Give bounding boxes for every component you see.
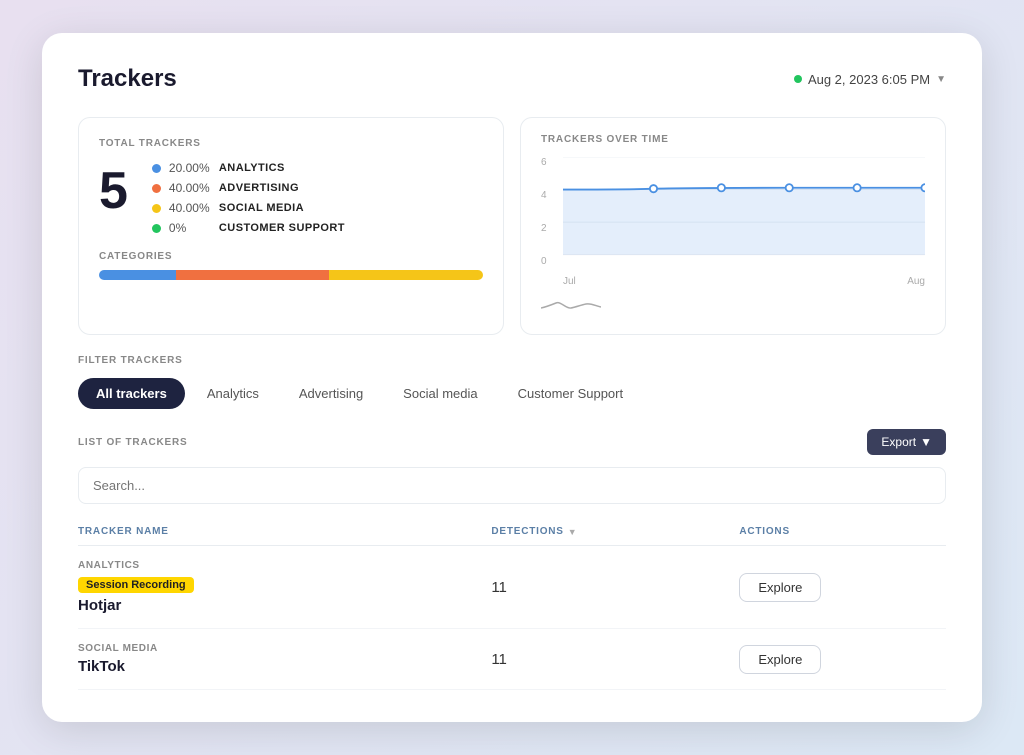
legend-dot xyxy=(152,164,161,173)
category-bar xyxy=(99,270,483,280)
chart-card: TRACKERS OVER TIME 0 2 4 6 xyxy=(520,117,946,335)
legend-pct: 40.00% xyxy=(169,181,211,195)
filter-tab-social[interactable]: Social media xyxy=(385,378,495,409)
x-label: Aug xyxy=(907,276,925,287)
legend-name: ADVERTISING xyxy=(219,182,299,194)
filter-tabs: All trackersAnalyticsAdvertisingSocial m… xyxy=(78,378,946,409)
bar-segment xyxy=(176,270,330,280)
filter-tab-support[interactable]: Customer Support xyxy=(500,378,642,409)
legend-pct: 40.00% xyxy=(169,201,211,215)
tracker-count: 5 xyxy=(99,161,128,217)
categories-label: CATEGORIES xyxy=(99,251,483,262)
bar-segment xyxy=(99,270,176,280)
list-header: LIST OF TRACKERS Export ▼ xyxy=(78,429,946,455)
total-trackers-card: TOTAL TRACKERS 5 20.00% ANALYTICS 40.00%… xyxy=(78,117,504,335)
chart-label: TRACKERS OVER TIME xyxy=(541,134,925,145)
y-label: 2 xyxy=(541,223,559,234)
export-button[interactable]: Export ▼ xyxy=(867,429,946,455)
date-badge[interactable]: Aug 2, 2023 6:05 PM ▼ xyxy=(794,72,946,87)
table-row: SOCIAL MEDIA TikTok11Explore xyxy=(78,629,946,690)
tracker-name: TikTok xyxy=(78,658,491,675)
table-row: ANALYTICS Session Recording Hotjar11Explor… xyxy=(78,546,946,629)
legend-name: CUSTOMER SUPPORT xyxy=(219,222,345,234)
table-head: TRACKER NAMEDETECTIONS▼ACTIONS xyxy=(78,516,946,546)
sort-icon[interactable]: ▼ xyxy=(568,527,578,537)
detection-count: 11 xyxy=(491,579,739,596)
export-label: Export xyxy=(881,435,916,449)
chevron-down-icon: ▼ xyxy=(920,435,932,449)
legend-name: SOCIAL MEDIA xyxy=(219,202,304,214)
top-section: TOTAL TRACKERS 5 20.00% ANALYTICS 40.00%… xyxy=(78,117,946,335)
table-body: ANALYTICSSession RecordingHotjar11Explor… xyxy=(78,546,946,690)
action-cell: Explore xyxy=(739,645,946,674)
list-section: LIST OF TRACKERS Export ▼ TRACKER NAMEDE… xyxy=(78,429,946,690)
chart-x-labels: Jul Aug xyxy=(563,276,925,287)
filter-label: FILTER TRACKERS xyxy=(78,355,946,366)
bar-segment xyxy=(329,270,483,280)
list-label: LIST OF TRACKERS xyxy=(78,437,187,448)
legend-dot xyxy=(152,184,161,193)
filter-section: FILTER TRACKERS All trackersAnalyticsAdv… xyxy=(78,355,946,409)
legend-dot xyxy=(152,224,161,233)
legend-name: ANALYTICS xyxy=(219,162,285,174)
filter-tab-all[interactable]: All trackers xyxy=(78,378,185,409)
legend-pct: 20.00% xyxy=(169,161,211,175)
th-detections: DETECTIONS▼ xyxy=(491,526,739,537)
mini-chart xyxy=(541,293,925,318)
total-trackers-label: TOTAL TRACKERS xyxy=(99,138,483,149)
explore-button[interactable]: Explore xyxy=(739,645,821,674)
legend-item: 40.00% SOCIAL MEDIA xyxy=(152,201,345,215)
search-input[interactable] xyxy=(78,467,946,504)
tracker-badge: Session Recording xyxy=(78,577,194,593)
status-dot xyxy=(794,75,802,83)
y-label: 4 xyxy=(541,190,559,201)
legend-item: 40.00% ADVERTISING xyxy=(152,181,345,195)
date-label: Aug 2, 2023 6:05 PM xyxy=(808,72,930,87)
legend-dot xyxy=(152,204,161,213)
chart-area: 0 2 4 6 xyxy=(541,157,925,287)
page-title: Trackers xyxy=(78,65,177,93)
legend-item: 20.00% ANALYTICS xyxy=(152,161,345,175)
tracker-name-cell: SOCIAL MEDIA TikTok xyxy=(78,643,491,675)
main-card: Trackers Aug 2, 2023 6:05 PM ▼ TOTAL TRA… xyxy=(42,33,982,722)
tracker-name-cell: ANALYTICS Session Recording Hotjar xyxy=(78,560,491,614)
x-label: Jul xyxy=(563,276,576,287)
action-cell: Explore xyxy=(739,573,946,602)
th-name: TRACKER NAME xyxy=(78,526,491,537)
tracker-name: Hotjar xyxy=(78,597,491,614)
detection-count: 11 xyxy=(491,651,739,668)
th-actions: ACTIONS xyxy=(739,526,946,537)
chart-svg xyxy=(563,157,925,257)
filter-tab-advertising[interactable]: Advertising xyxy=(281,378,381,409)
y-label: 0 xyxy=(541,256,559,267)
y-label: 6 xyxy=(541,157,559,168)
explore-button[interactable]: Explore xyxy=(739,573,821,602)
stat-body: 5 20.00% ANALYTICS 40.00% ADVERTISING 40… xyxy=(99,161,483,235)
chevron-down-icon: ▼ xyxy=(936,74,946,85)
page-header: Trackers Aug 2, 2023 6:05 PM ▼ xyxy=(78,65,946,93)
filter-tab-analytics[interactable]: Analytics xyxy=(189,378,277,409)
legend-item: 0% CUSTOMER SUPPORT xyxy=(152,221,345,235)
categories-section: CATEGORIES xyxy=(99,251,483,280)
tracker-category: SOCIAL MEDIA xyxy=(78,643,491,654)
tracker-table: TRACKER NAMEDETECTIONS▼ACTIONS ANALYTICS… xyxy=(78,516,946,690)
tracker-category: ANALYTICS xyxy=(78,560,491,571)
legend-pct: 0% xyxy=(169,221,211,235)
tracker-legend: 20.00% ANALYTICS 40.00% ADVERTISING 40.0… xyxy=(152,161,345,235)
chart-y-labels: 0 2 4 6 xyxy=(541,157,559,267)
